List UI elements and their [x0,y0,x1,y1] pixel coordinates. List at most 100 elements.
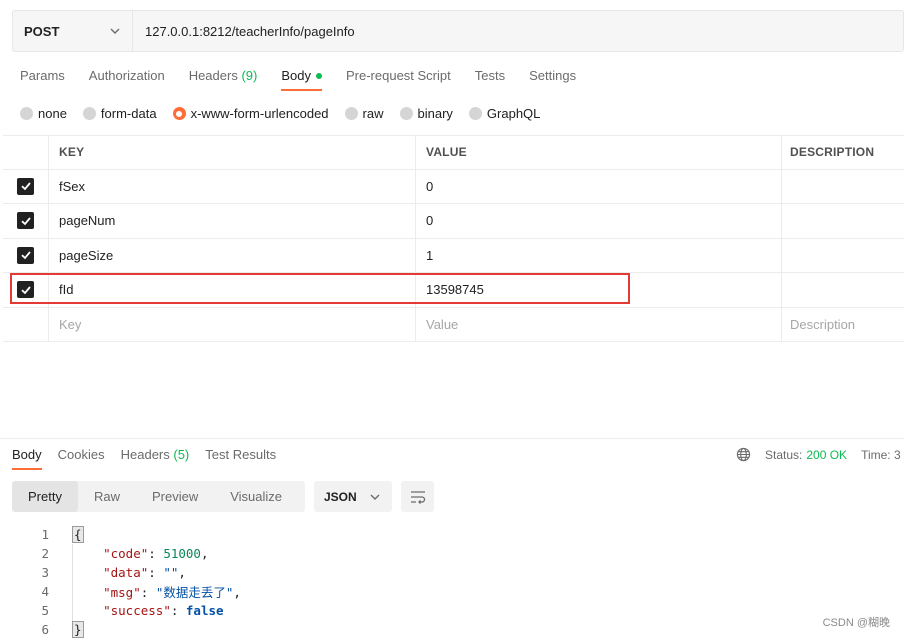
tab-label: Headers [188,68,238,83]
json-number: 51000 [163,546,201,561]
value-cell[interactable]: 0 [416,204,782,238]
value-placeholder[interactable]: Value [416,307,782,341]
key-cell[interactable]: pageNum [49,204,416,238]
key-cell[interactable]: pageSize [49,238,416,272]
table-header: KEY VALUE DESCRIPTION [3,135,904,170]
row-checkbox[interactable] [17,177,34,195]
request-bar: POST 127.0.0.1:8212/teacherInfo/pageInfo [12,10,904,52]
response-body-code[interactable]: 1 { 2 "code": 51000, 3 "data": "", 4 "ms… [0,525,904,638]
tab-body[interactable]: Body [281,68,322,91]
check-icon [20,217,31,226]
tab-label: Body [12,447,42,462]
code-line: 5 "success": false [0,601,904,620]
row-checkbox[interactable] [17,212,34,230]
value-cell[interactable]: 13598745 [416,273,782,307]
check-icon [20,251,31,260]
header-description: DESCRIPTION [790,145,875,160]
radio-label: form-data [100,106,157,121]
tab-headers[interactable]: Headers (9) [189,68,258,89]
tab-count: (5) [173,447,190,462]
url-input[interactable]: 127.0.0.1:8212/teacherInfo/pageInfo [133,11,903,51]
view-mode-toggle: Pretty Raw Preview Visualize [12,481,305,512]
json-brace-open: { [72,526,84,543]
response-status: Status: 200 OK Time: 3 [736,447,901,462]
key-cell[interactable]: fSex [49,169,416,203]
tab-label: Tests [474,68,506,83]
url-text: 127.0.0.1:8212/teacherInfo/pageInfo [145,23,355,39]
tab-settings[interactable]: Settings [529,68,576,89]
status-label: Status: [765,447,803,462]
radio-form-data[interactable]: form-data [82,106,157,121]
globe-icon[interactable] [736,447,751,462]
code-line: 3 "data": "", [0,563,904,582]
description-placeholder[interactable]: Description [782,308,904,342]
chevron-down-icon [370,494,380,500]
tab-count: (9) [241,68,258,83]
table-row: fId 13598745 [3,273,904,308]
chevron-down-icon [110,28,120,34]
value-cell[interactable]: 1 [416,238,782,272]
check-icon [20,286,31,295]
table-row: fSex 0 [3,169,904,204]
view-preview-button[interactable]: Preview [136,481,214,512]
json-string: "" [163,565,179,580]
table-row-new: Key Value Description [3,307,904,342]
line-number: 4 [41,584,49,599]
line-number: 1 [41,527,49,542]
request-tabs: Params Authorization Headers (9) Body Pr… [20,68,600,91]
tab-label: Pre-request Script [345,68,451,83]
header-key: KEY [49,136,416,169]
line-number: 6 [41,622,49,637]
radio-graphql[interactable]: GraphQL [468,106,540,121]
tab-label: Headers [120,447,170,462]
view-raw-button[interactable]: Raw [78,481,136,512]
code-line: 6 } [0,620,904,638]
row-checkbox[interactable] [17,281,34,299]
radio-raw[interactable]: raw [344,106,384,121]
format-select[interactable]: JSON [314,481,392,512]
radio-x-www-form-urlencoded[interactable]: x-www-form-urlencoded [172,106,329,121]
response-tab-cookies[interactable]: Cookies [58,447,105,468]
checkbox-cell [3,169,49,203]
radio-icon [20,107,33,120]
method-select[interactable]: POST [13,11,133,51]
view-visualize-button[interactable]: Visualize [214,481,298,512]
description-cell[interactable] [782,239,904,273]
code-line: 1 { [0,525,904,544]
response-tab-headers[interactable]: Headers (5) [121,447,190,468]
json-boolean: false [185,603,224,618]
code-line: 4 "msg": "数据走丢了", [0,582,904,601]
description-cell[interactable] [782,273,904,307]
description-cell[interactable] [782,170,904,204]
description-cell[interactable] [782,204,904,238]
response-tab-body[interactable]: Body [12,447,42,470]
table-row: pageNum 0 [3,204,904,239]
checkbox-cell [3,307,49,341]
tab-authorization[interactable]: Authorization [89,68,165,89]
modified-dot-icon [315,72,322,79]
radio-selected-icon [172,107,186,120]
tab-pre-request-script[interactable]: Pre-request Script [346,68,451,89]
view-pretty-button[interactable]: Pretty [12,481,78,512]
status-value[interactable]: 200 OK [806,448,847,462]
line-number: 2 [41,546,49,561]
row-checkbox[interactable] [17,246,34,264]
tab-label: Authorization [88,68,165,83]
tab-tests[interactable]: Tests [475,68,505,89]
checkbox-cell [3,273,49,307]
tab-params[interactable]: Params [20,68,65,89]
response-tabs: Body Cookies Headers (5) Test Results [12,447,292,470]
key-cell[interactable]: fId [49,273,416,307]
response-tab-test-results[interactable]: Test Results [205,447,276,468]
json-key: "success" [103,603,171,618]
method-label: POST [24,23,60,39]
tab-label: Params [20,68,65,83]
wrap-lines-button[interactable] [401,481,434,512]
json-key: "msg" [103,585,141,600]
value-cell[interactable]: 0 [416,169,782,203]
radio-none[interactable]: none [20,106,67,121]
radio-icon [468,107,482,120]
time-label[interactable]: Time: 3 [861,448,901,462]
key-placeholder[interactable]: Key [49,307,416,341]
radio-binary[interactable]: binary [399,106,453,121]
